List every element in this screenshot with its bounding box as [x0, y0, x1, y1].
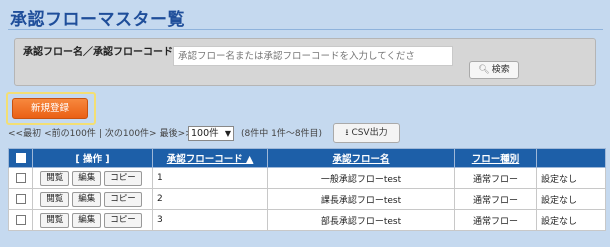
row-checkbox[interactable]	[15, 214, 26, 225]
page-title: 承認フローマスター覧	[10, 10, 185, 30]
flow-type-cell: 通常フロー	[454, 188, 537, 210]
flow-code-cell: 3	[152, 209, 268, 231]
view-button[interactable]: 閲覧	[40, 170, 70, 186]
pager-next-link[interactable]: 次の100件>	[105, 129, 157, 139]
row-select-cell	[8, 209, 33, 231]
record-count: (8件中 1件～8件目)	[241, 129, 323, 139]
pager: <<最初 <前の100件 | 次の100件> 最後>>	[8, 127, 196, 141]
search-label: 承認フロー名／承認フローコード	[23, 47, 173, 58]
chevron-down-icon: ▼	[224, 129, 231, 138]
per-page-value: 100件	[191, 128, 219, 139]
approval-flow-table: [ 操作 ] 承認フローコード ▲ 承認フロー名 フロー種別 閲覧 編集 コピー 1…	[8, 148, 606, 231]
flow-code-cell: 2	[152, 188, 268, 210]
pager-prev-link[interactable]: <前の100件	[44, 129, 96, 139]
csv-export-button[interactable]: ⭳ CSV出力	[333, 123, 400, 143]
csv-button-label: CSV出力	[351, 128, 388, 138]
type-header[interactable]: フロー種別	[454, 148, 537, 168]
flow-code-cell: 1	[152, 167, 268, 189]
flow-name-cell: 部長承認フローtest	[267, 209, 455, 231]
copy-button[interactable]: コピー	[104, 212, 142, 228]
search-input[interactable]	[173, 46, 453, 66]
flow-name-cell: 一般承認フローtest	[267, 167, 455, 189]
flow-type-cell: 通常フロー	[454, 167, 537, 189]
per-page-select[interactable]: 100件 ▼	[188, 126, 234, 141]
flow-setting-cell: 設定なし	[536, 209, 606, 231]
ops-header: [ 操作 ]	[32, 148, 153, 168]
table-row: 閲覧 編集 コピー 3 部長承認フローtest 通常フロー 設定なし	[8, 209, 606, 231]
row-actions: 閲覧 編集 コピー	[32, 209, 153, 231]
view-button[interactable]: 閲覧	[40, 212, 70, 228]
search-button[interactable]: 🔍︎ 検索	[469, 61, 519, 79]
name-header-label: 承認フロー名	[332, 154, 390, 165]
setting-header	[536, 148, 606, 168]
flow-type-cell: 通常フロー	[454, 209, 537, 231]
type-header-label: フロー種別	[471, 154, 520, 165]
row-checkbox[interactable]	[15, 193, 26, 204]
flow-setting-cell: 設定なし	[536, 188, 606, 210]
pager-separator: |	[98, 129, 102, 139]
download-icon: ⭳	[345, 128, 349, 138]
select-all-header	[8, 148, 33, 168]
search-icon: 🔍︎	[478, 65, 490, 75]
copy-button[interactable]: コピー	[104, 170, 142, 186]
row-select-cell	[8, 167, 33, 189]
new-register-button[interactable]: 新規登録	[12, 98, 88, 119]
select-all-checkbox[interactable]	[15, 153, 26, 163]
row-actions: 閲覧 編集 コピー	[32, 188, 153, 210]
table-header-row: [ 操作 ] 承認フローコード ▲ 承認フロー名 フロー種別	[8, 148, 606, 168]
view-button[interactable]: 閲覧	[40, 191, 70, 207]
code-header-label: 承認フローコード ▲	[166, 154, 254, 165]
table-row: 閲覧 編集 コピー 1 一般承認フローtest 通常フロー 設定なし	[8, 167, 606, 189]
copy-button[interactable]: コピー	[104, 191, 142, 207]
search-button-label: 検索	[491, 65, 510, 75]
flow-setting-cell: 設定なし	[536, 167, 606, 189]
table-row: 閲覧 編集 コピー 2 課長承認フローtest 通常フロー 設定なし	[8, 188, 606, 210]
row-checkbox[interactable]	[15, 172, 26, 183]
title-divider	[8, 29, 603, 30]
edit-button[interactable]: 編集	[72, 191, 102, 207]
flow-name-cell: 課長承認フローtest	[267, 188, 455, 210]
pager-first-link[interactable]: <<最初	[8, 129, 41, 139]
row-select-cell	[8, 188, 33, 210]
search-panel: 承認フロー名／承認フローコード 🔍︎検索	[14, 38, 596, 86]
name-header[interactable]: 承認フロー名	[267, 148, 455, 168]
row-actions: 閲覧 編集 コピー	[32, 167, 153, 189]
edit-button[interactable]: 編集	[72, 170, 102, 186]
edit-button[interactable]: 編集	[72, 212, 102, 228]
code-header[interactable]: 承認フローコード ▲	[152, 148, 268, 168]
